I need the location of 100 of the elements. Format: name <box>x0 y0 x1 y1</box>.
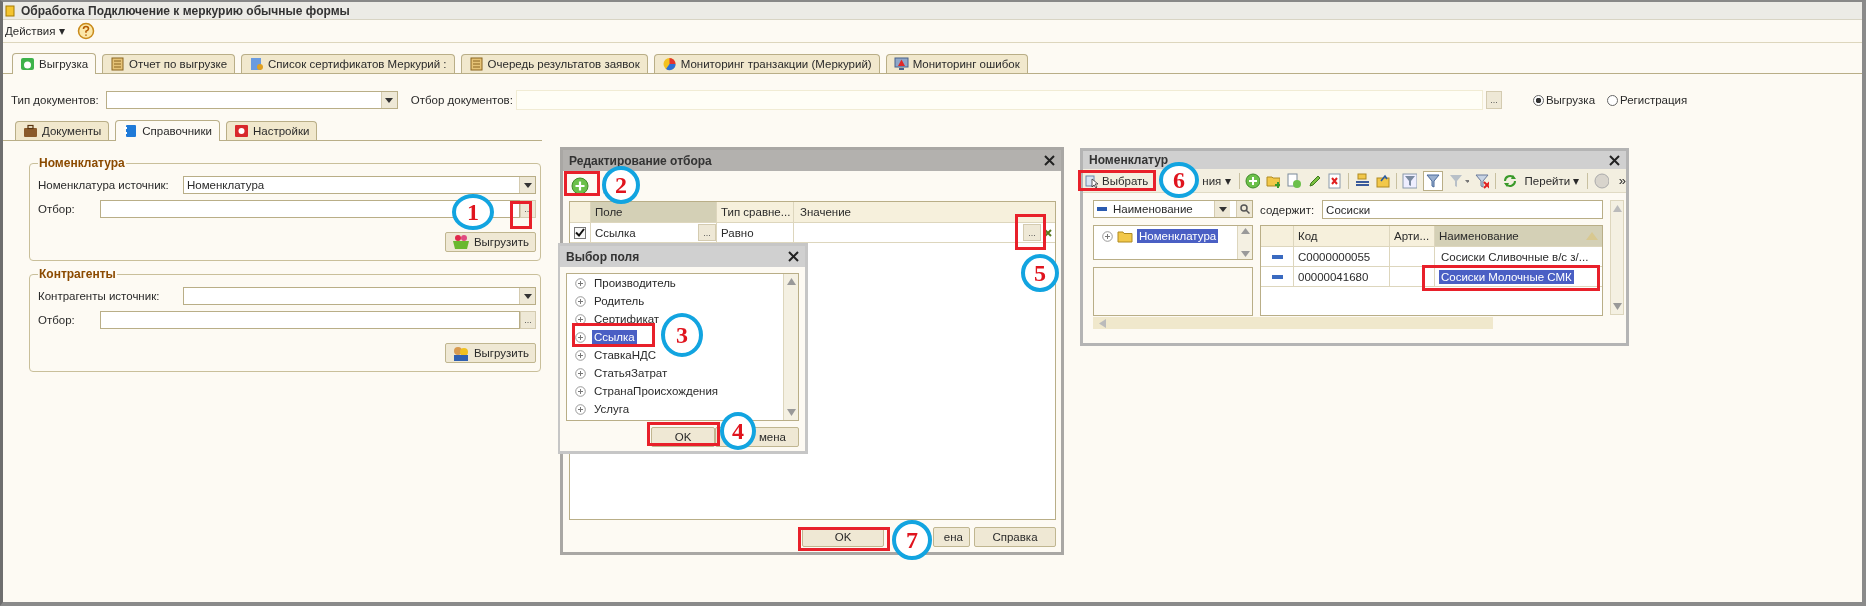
column-header[interactable]: Наименование <box>1435 226 1602 246</box>
tab[interactable]: Мониторинг ошибок <box>885 54 1028 73</box>
list-item[interactable]: Услуга <box>592 402 632 416</box>
ellipsis-button[interactable]: ... <box>1485 91 1502 109</box>
dialog-button[interactable]: ена <box>933 527 970 547</box>
scrollbar[interactable] <box>1237 226 1252 259</box>
search-field[interactable]: Сосиски <box>1322 200 1603 219</box>
field-label: содержит: <box>1260 203 1315 216</box>
export-button[interactable]: Выгрузить <box>444 343 536 363</box>
scrollbar[interactable] <box>783 274 798 420</box>
address-book-icon <box>123 124 139 138</box>
column-header[interactable]: Тип сравне... <box>717 202 794 222</box>
add-icon[interactable] <box>571 177 589 195</box>
list-icon[interactable] <box>1354 172 1370 189</box>
filter-icon[interactable] <box>1424 172 1441 189</box>
list-item[interactable]: Производитель <box>592 276 678 290</box>
refresh-icon[interactable] <box>1502 172 1517 189</box>
field-label: Отбор документов: <box>410 94 513 106</box>
radio-label: Выгрузка <box>1545 94 1596 106</box>
certificate-list-icon <box>249 57 265 71</box>
list-item[interactable]: СтатьяЗатрат <box>592 366 670 380</box>
sort-icon <box>1586 232 1598 240</box>
copy-add-icon[interactable] <box>1286 172 1301 189</box>
select-button[interactable]: Выбрать <box>1083 173 1151 188</box>
radio-button[interactable]: Регистрация <box>1607 94 1688 106</box>
search-icon <box>1239 204 1250 214</box>
table-cell[interactable]: Сосиски Молочные СМК <box>1439 269 1574 284</box>
list-item[interactable]: Сертификат <box>592 312 662 326</box>
tab[interactable]: Мониторинг транзакции (Меркурий) <box>653 54 880 73</box>
dropdown-icon <box>1218 206 1227 212</box>
close-icon[interactable] <box>788 251 799 262</box>
filter-icon[interactable] <box>1402 172 1417 189</box>
people-icon <box>451 345 470 361</box>
ellipsis-button[interactable]: ... <box>698 224 716 241</box>
more-button[interactable]: » <box>1618 173 1626 188</box>
folder-move-icon[interactable] <box>1375 172 1390 189</box>
delete-icon[interactable] <box>1327 172 1342 189</box>
scrollbar[interactable] <box>1093 317 1493 329</box>
list-item[interactable]: СтранаПроисхождения <box>592 384 721 398</box>
list-item[interactable]: СтавкаНДС <box>592 348 659 362</box>
dialog-title: Выбор поля <box>566 249 640 264</box>
list-item[interactable]: Родитель <box>592 294 647 308</box>
scroll-down-icon[interactable] <box>1612 303 1622 310</box>
radio-indicator[interactable] <box>1532 94 1544 106</box>
clear-filter-icon[interactable] <box>1474 172 1490 189</box>
column-header[interactable]: Поле <box>591 202 717 222</box>
tab[interactable]: Отчет по выгрузке <box>102 54 236 73</box>
tab[interactable]: Справочники <box>115 120 220 141</box>
list-item[interactable]: Ссылка <box>592 330 637 344</box>
checkbox[interactable] <box>574 226 586 239</box>
expand-icon[interactable] <box>575 277 586 289</box>
scroll-down-icon[interactable] <box>786 409 796 416</box>
column-header[interactable]: Код <box>1294 226 1390 246</box>
close-icon[interactable] <box>1044 155 1055 166</box>
expand-icon[interactable] <box>575 385 586 397</box>
search-field-selector[interactable]: Наименование <box>1093 200 1253 218</box>
tree-item[interactable]: Номенклатура <box>1137 229 1219 243</box>
export-button[interactable]: Выгрузить <box>444 232 536 252</box>
expand-icon[interactable] <box>575 367 586 379</box>
tab[interactable]: Список сертификатов Меркурий : <box>241 54 455 73</box>
ellipsis-button[interactable]: ... <box>1023 224 1041 241</box>
add-icon[interactable] <box>1245 172 1260 189</box>
field-value: Номенклатура <box>187 179 265 191</box>
radio-button[interactable]: Выгрузка <box>1532 94 1596 106</box>
table-cell[interactable]: Сосиски Сливочные в/с з/... <box>1439 249 1591 264</box>
scroll-up-icon[interactable] <box>1240 228 1250 234</box>
goto-menu[interactable]: Перейти ▾ <box>1522 173 1582 188</box>
document-filter-field[interactable] <box>515 90 1483 110</box>
expand-icon[interactable] <box>1102 230 1113 242</box>
filter-field[interactable] <box>100 200 520 218</box>
source-field[interactable]: Номенклатура <box>183 176 536 194</box>
monitor-warning-icon <box>893 57 909 71</box>
expand-icon[interactable] <box>575 313 586 325</box>
check-icon <box>575 228 585 237</box>
actions-menu[interactable]: Действия ▾ <box>3 24 67 38</box>
tab[interactable]: Настройки <box>225 121 318 140</box>
expand-icon[interactable] <box>575 349 586 361</box>
clear-icon[interactable] <box>1043 227 1053 238</box>
tab[interactable]: Документы <box>15 121 110 140</box>
scroll-up-icon[interactable] <box>786 278 796 285</box>
radio-indicator[interactable] <box>1607 94 1619 106</box>
ellipsis-button[interactable]: ... <box>520 311 536 329</box>
scrollbar[interactable] <box>1610 200 1624 315</box>
step-marker: 1 <box>452 194 494 230</box>
scroll-down-icon[interactable] <box>1240 251 1250 257</box>
expand-icon[interactable] <box>575 403 586 415</box>
expand-icon[interactable] <box>575 331 586 343</box>
field-value: Сосиски <box>1326 203 1371 216</box>
document-type-field[interactable] <box>105 91 398 109</box>
source-field[interactable] <box>183 287 536 305</box>
dialog-button[interactable]: Справка <box>974 527 1056 547</box>
tab[interactable]: Выгрузка <box>12 53 97 74</box>
actions-menu[interactable]: ния ▾ <box>1200 173 1233 188</box>
column-header[interactable]: Значение <box>794 202 1055 222</box>
table-cell: 00000041680 <box>1294 267 1390 286</box>
expand-icon[interactable] <box>575 295 586 307</box>
filter-field[interactable] <box>100 311 520 329</box>
close-icon[interactable] <box>1609 154 1620 166</box>
help-icon[interactable] <box>76 22 95 40</box>
tab[interactable]: Очередь результатов заявок <box>460 54 648 73</box>
